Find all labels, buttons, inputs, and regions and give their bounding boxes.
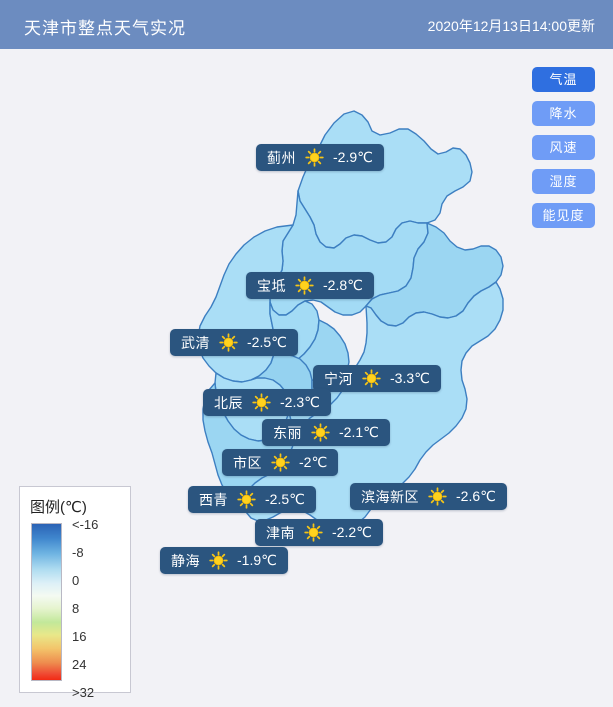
station-name: 市区 <box>233 454 262 471</box>
station-temperature: -1.9℃ <box>237 552 277 568</box>
legend-title: 图例(℃) <box>30 499 87 516</box>
update-timestamp: 2020年12月13日14:00更新 <box>427 18 595 34</box>
legend-tick: -8 <box>72 545 84 560</box>
sun-icon <box>295 276 314 295</box>
station-temperature: -2.8℃ <box>323 277 363 293</box>
station-name: 宝坻 <box>257 277 286 294</box>
station-name: 静海 <box>171 552 200 569</box>
legend-tick: <-16 <box>72 517 99 532</box>
station-name: 蓟州 <box>267 149 296 166</box>
legend-tick: 16 <box>72 629 87 644</box>
station-label-dongli[interactable]: 东丽 -2.1℃ <box>262 419 390 446</box>
station-temperature: -2.5℃ <box>265 491 305 507</box>
station-name: 北辰 <box>214 394 243 411</box>
layer-button-precipitation[interactable]: 降水 <box>532 101 595 126</box>
station-name: 武清 <box>181 334 210 351</box>
station-label-jinghai[interactable]: 静海 -1.9℃ <box>160 547 288 574</box>
layer-button-windspeed[interactable]: 风速 <box>532 135 595 160</box>
station-name: 滨海新区 <box>361 488 419 505</box>
sun-icon <box>305 148 324 167</box>
sun-icon <box>311 423 330 442</box>
station-label-wuqing[interactable]: 武清 -2.5℃ <box>170 329 298 356</box>
station-label-beichen[interactable]: 北辰 -2.3℃ <box>203 389 331 416</box>
station-label-shiqu[interactable]: 市区 -2℃ <box>222 449 339 476</box>
legend-tick: 8 <box>72 601 80 616</box>
layer-button-humidity[interactable]: 湿度 <box>532 169 595 194</box>
layer-button-visibility[interactable]: 能见度 <box>532 203 595 228</box>
map-stage: 气温 降水 风速 湿度 能见度 蓟州 -2.9℃ 宝坻 -2.8℃ 武清 -2.… <box>0 49 613 707</box>
station-temperature: -3.3℃ <box>390 370 430 386</box>
page-title: 天津市整点天气实况 <box>24 19 186 38</box>
legend-tick: 0 <box>72 573 80 588</box>
station-label-ninghe[interactable]: 宁河 -3.3℃ <box>313 365 441 392</box>
legend-tick-list: <-16 -8 0 8 16 24 >32 <box>72 517 128 700</box>
station-label-jinnan[interactable]: 津南 -2.2℃ <box>255 519 383 546</box>
station-name: 西青 <box>199 491 228 508</box>
sun-icon <box>219 333 238 352</box>
legend-tick: 24 <box>72 657 87 672</box>
station-label-binhai[interactable]: 滨海新区 -2.6℃ <box>350 483 507 510</box>
station-temperature: -2.9℃ <box>333 149 373 165</box>
station-temperature: -2.2℃ <box>332 524 372 540</box>
station-temperature: -2.3℃ <box>280 394 320 410</box>
legend-tick: >32 <box>72 685 95 700</box>
station-label-jizhou[interactable]: 蓟州 -2.9℃ <box>256 144 384 171</box>
sun-icon <box>252 393 271 412</box>
district-jizhou[interactable] <box>297 110 473 249</box>
layer-button-group: 气温 降水 风速 湿度 能见度 <box>532 67 595 228</box>
sun-icon <box>209 551 228 570</box>
station-temperature: -2.1℃ <box>339 424 379 440</box>
station-name: 津南 <box>266 524 295 541</box>
sun-icon <box>271 453 290 472</box>
legend-colorbar <box>31 523 62 681</box>
station-temperature: -2℃ <box>299 454 328 470</box>
legend-panel: 图例(℃) <-16 -8 0 8 16 24 >32 <box>19 486 131 700</box>
layer-button-temperature[interactable]: 气温 <box>532 67 595 92</box>
station-temperature: -2.5℃ <box>247 334 287 350</box>
station-label-xiqing[interactable]: 西青 -2.5℃ <box>188 486 316 513</box>
weather-map-app: 天津市整点天气实况 2020年12月13日14:00更新 气温 降水 风速 湿度… <box>0 0 613 707</box>
page-header: 天津市整点天气实况 2020年12月13日14:00更新 <box>0 0 613 49</box>
sun-icon <box>428 487 447 506</box>
sun-icon <box>362 369 381 388</box>
station-name: 东丽 <box>273 424 302 441</box>
sun-icon <box>237 490 256 509</box>
station-temperature: -2.6℃ <box>456 488 496 504</box>
station-label-baodi[interactable]: 宝坻 -2.8℃ <box>246 272 374 299</box>
sun-icon <box>304 523 323 542</box>
station-name: 宁河 <box>324 370 353 387</box>
